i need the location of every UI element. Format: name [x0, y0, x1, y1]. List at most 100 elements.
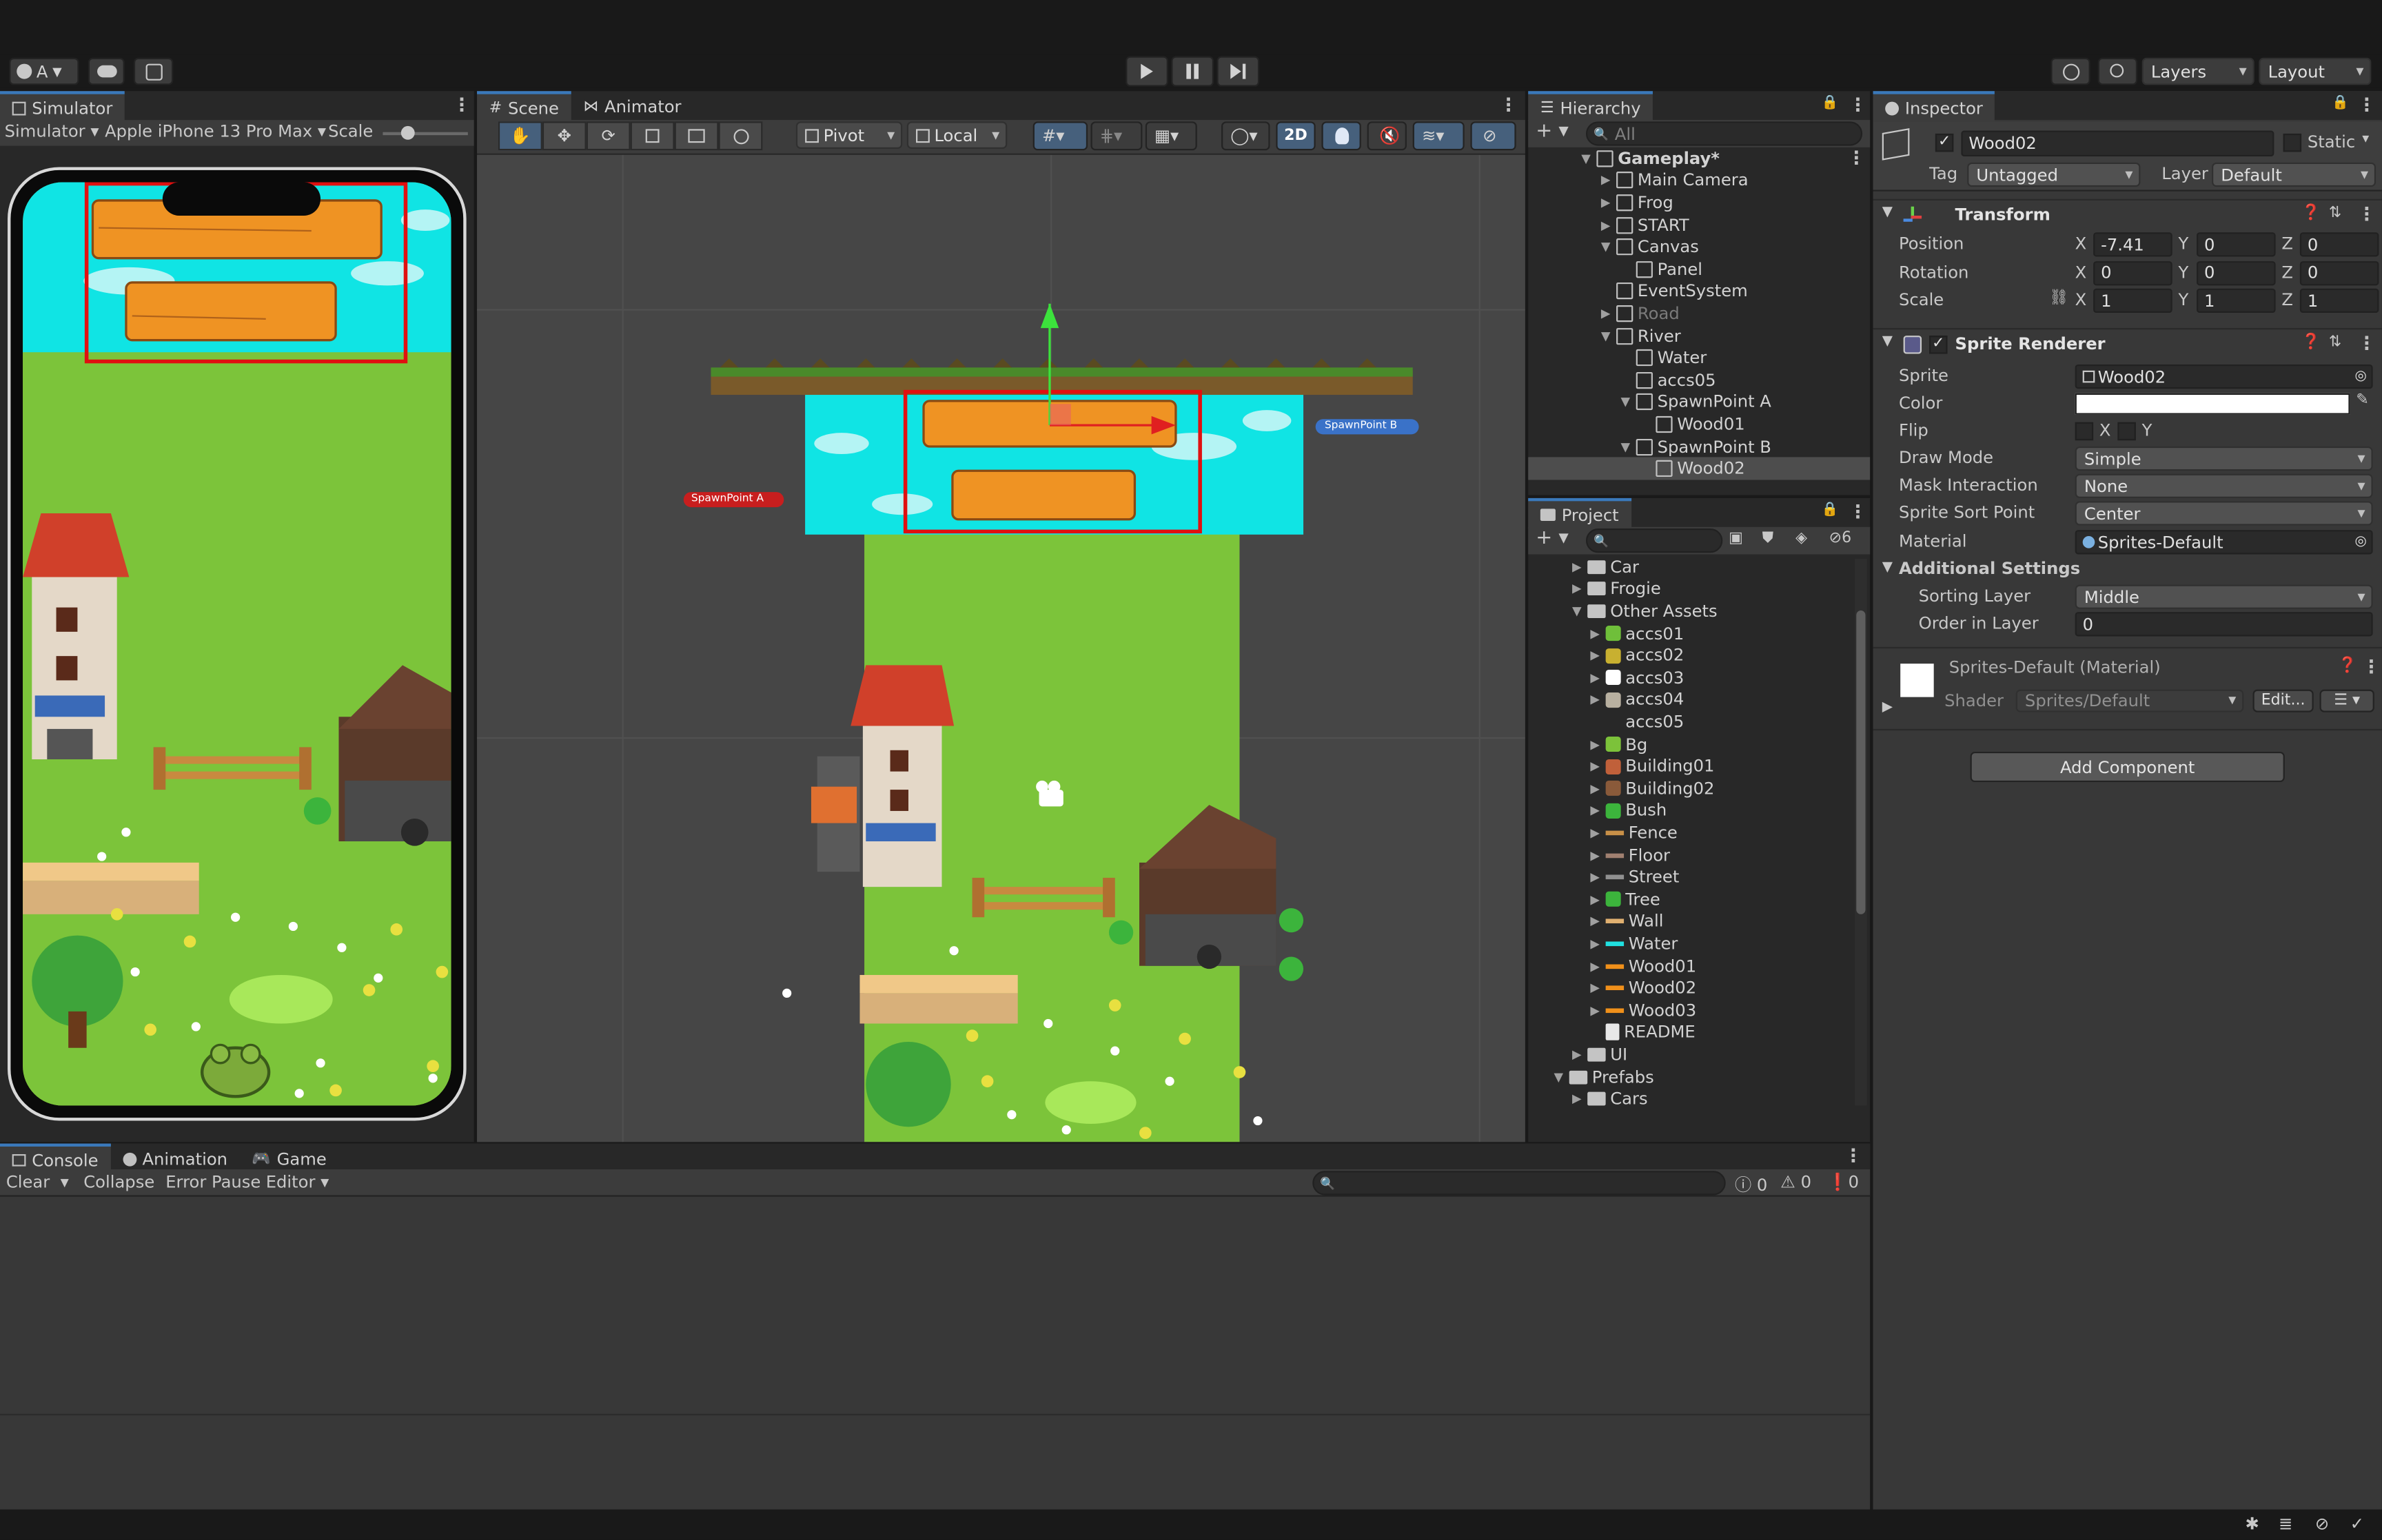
audio-button[interactable]: 🔇 [1367, 121, 1407, 151]
collab-button[interactable] [133, 57, 174, 85]
expand-arrow-icon[interactable]: ▶ [1589, 892, 1601, 906]
hierarchy-search-input[interactable]: 🔍 All [1585, 121, 1863, 146]
hidden-objects-button[interactable]: ⊘ [1470, 121, 1516, 151]
project-item[interactable]: ▶ Street [1528, 866, 1855, 888]
hierarchy-item[interactable]: ▼ Gameplay* [1528, 147, 1870, 170]
tab-simulator[interactable]: Simulator [0, 91, 125, 122]
tab-inspector[interactable]: Inspector [1873, 91, 1995, 122]
hierarchy-item[interactable]: ▼ SpawnPoint B [1528, 435, 1870, 458]
lock-icon[interactable]: 🔒 [2332, 96, 2349, 111]
check-icon[interactable]: ✓ [2350, 1514, 2364, 1534]
tab-animator[interactable]: ⋈ Animator [571, 91, 694, 121]
project-item[interactable]: ▶ Wood03 [1528, 999, 1855, 1021]
project-item[interactable]: README [1528, 1021, 1855, 1043]
layout-dropdown[interactable]: Layout [2259, 57, 2372, 85]
expand-arrow-icon[interactable]: ▶ [1589, 1003, 1601, 1017]
transform-x-input[interactable]: -7.41 [2093, 232, 2172, 257]
filter-label-icon[interactable]: ⛊ [1762, 530, 1774, 546]
expand-arrow-icon[interactable]: ▶ [1589, 870, 1601, 884]
hierarchy-item[interactable]: ▶ Road [1528, 302, 1870, 325]
scale-tool-button[interactable] [630, 121, 675, 151]
shader-options-button[interactable]: ☰ ▾ [2319, 689, 2374, 712]
object-picker-icon[interactable]: ◎ [2355, 535, 2367, 550]
axis-label-z[interactable]: Z [2281, 234, 2293, 254]
add-component-button[interactable]: Add Component [1970, 751, 2285, 783]
expand-arrow-icon[interactable]: ▶ [1589, 915, 1601, 929]
expand-arrow-icon[interactable]: ▶ [1571, 582, 1583, 596]
rotate-tool-button[interactable]: ⟳ [586, 121, 631, 151]
active-checkbox[interactable]: ✓ [1935, 133, 1954, 152]
project-item[interactable]: ▶ accs04 [1528, 689, 1855, 711]
expand-arrow-icon[interactable]: ▶ [1600, 307, 1612, 320]
hierarchy-item[interactable]: ▶ Frog [1528, 192, 1870, 214]
axis-label-y[interactable]: Y [2179, 262, 2189, 282]
pivot-dropdown[interactable]: Pivot [795, 121, 903, 149]
project-item[interactable]: ▼ Other Assets [1528, 600, 1855, 622]
expand-arrow-icon[interactable]: ▶ [1571, 1092, 1583, 1106]
hierarchy-item[interactable]: Panel [1528, 258, 1870, 280]
project-item[interactable]: ▶ Bg [1528, 733, 1855, 755]
lighting-button[interactable] [1321, 121, 1361, 151]
constrain-proportions-icon[interactable]: ⛓ [2049, 290, 2068, 307]
tag-icon[interactable]: ◈ [1795, 530, 1807, 546]
expand-arrow-icon[interactable]: ▶ [1589, 693, 1601, 707]
mode-2d-button[interactable]: 2D [1276, 121, 1316, 151]
sprite-renderer-header[interactable]: ▼ ✓ Sprite Renderer ❓ ⇅ ⋮ [1873, 328, 2382, 358]
game-view[interactable] [23, 182, 451, 1106]
expand-arrow-icon[interactable]: ▶ [1589, 671, 1601, 685]
expand-arrow-icon[interactable]: ▼ [1571, 604, 1583, 618]
scale-slider-handle[interactable] [400, 125, 415, 140]
history-button[interactable] [2050, 57, 2090, 85]
collapse-button[interactable]: Collapse [83, 1172, 154, 1192]
expand-arrow-icon[interactable]: ▶ [1589, 959, 1601, 973]
project-menu-icon[interactable]: ⋮ [1849, 501, 1866, 522]
expand-arrow-icon[interactable]: ▶ [1589, 981, 1601, 995]
component-menu-icon[interactable]: ⋮ [2358, 203, 2376, 225]
material-field[interactable]: Sprites-Default ◎ [2075, 530, 2373, 555]
create-asset-button[interactable]: + ▾ [1536, 527, 1569, 550]
mask-interaction-dropdown[interactable]: None [2075, 473, 2373, 498]
editor-dropdown[interactable]: Editor ▾ [266, 1172, 329, 1192]
axis-label-x[interactable]: X [2075, 290, 2087, 310]
axis-label-x[interactable]: X [2075, 234, 2087, 254]
flip-y-checkbox[interactable] [2117, 422, 2136, 441]
expand-arrow-icon[interactable]: ▼ [1580, 152, 1592, 165]
simulator-menu-icon[interactable]: ⋮ [453, 94, 471, 116]
draw-mode-dropdown[interactable]: Simple [2075, 446, 2373, 471]
expand-arrow-icon[interactable]: ▶ [1600, 174, 1612, 187]
project-item[interactable]: ▶ Wood02 [1528, 977, 1855, 999]
collapse-arrow-icon[interactable]: ▼ [1882, 205, 1893, 220]
axis-label-z[interactable]: Z [2281, 290, 2293, 310]
error-count[interactable]: ❗0 [1827, 1172, 1859, 1192]
project-scrollbar-thumb[interactable] [1856, 610, 1866, 914]
cache-icon[interactable]: ≣ [2279, 1514, 2292, 1534]
tab-scene[interactable]: # Scene [477, 91, 571, 122]
progress-icon[interactable]: ⊘ [2315, 1514, 2329, 1534]
play-button[interactable] [1126, 56, 1168, 87]
pause-button[interactable] [1171, 56, 1214, 87]
hierarchy-item[interactable]: EventSystem [1528, 280, 1870, 302]
expand-arrow-icon[interactable]: ▶ [1589, 737, 1601, 751]
device-dropdown[interactable]: Apple iPhone 13 Pro Max ▾ [105, 121, 326, 141]
scene-viewport[interactable]: SpawnPoint A SpawnPoint B [477, 154, 1525, 1142]
object-picker-icon[interactable]: ◎ [2355, 369, 2367, 384]
hierarchy-item[interactable]: accs05 [1528, 369, 1870, 391]
axis-label-y[interactable]: Y [2179, 290, 2189, 310]
transform-header[interactable]: ▼ Transform ❓ ⇅ ⋮ [1873, 198, 2382, 229]
scene-menu-icon[interactable]: ⋮ [1499, 94, 1517, 116]
sprite-field[interactable]: Wood02 ◎ [2075, 364, 2373, 389]
expand-arrow-icon[interactable]: ▶ [1589, 826, 1601, 840]
color-field[interactable] [2075, 393, 2350, 415]
project-item[interactable]: ▶ Car [1528, 556, 1855, 578]
project-item[interactable]: ▶ Fence [1528, 822, 1855, 844]
material-menu-icon[interactable]: ⋮ [2362, 656, 2380, 677]
sorting-layer-dropdown[interactable]: Middle [2075, 584, 2373, 609]
hand-tool-button[interactable]: ✋ [498, 121, 542, 151]
local-dropdown[interactable]: Local [906, 121, 1008, 149]
expand-arrow-icon[interactable]: ▶ [1600, 196, 1612, 209]
expand-arrow-icon[interactable]: ▼ [1600, 329, 1612, 342]
transform-y-input[interactable]: 1 [2196, 288, 2276, 314]
project-item[interactable]: ▶ Wall [1528, 911, 1855, 933]
console-search-input[interactable]: 🔍 [1312, 1171, 1726, 1195]
sprite-sort-point-dropdown[interactable]: Center [2075, 501, 2373, 526]
